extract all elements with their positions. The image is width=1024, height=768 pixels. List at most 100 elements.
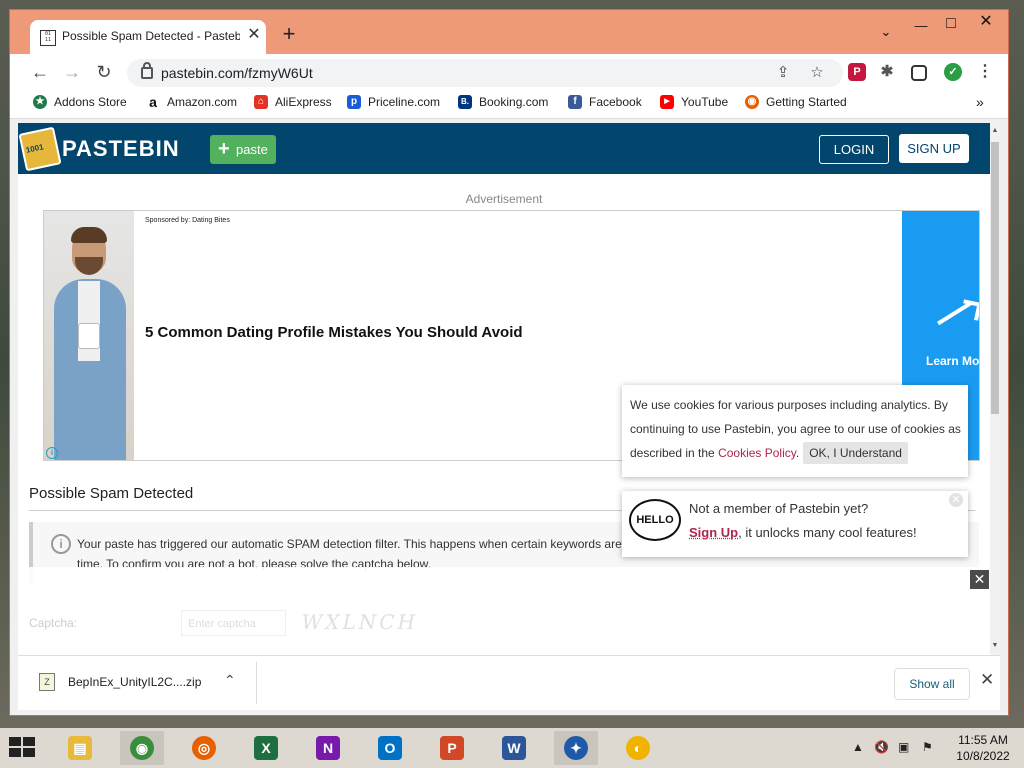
overlay-close-icon[interactable]: ✕ bbox=[970, 570, 989, 589]
addons-store-icon: ★ bbox=[33, 94, 47, 109]
tab-close-icon[interactable]: ✕ bbox=[245, 26, 263, 44]
maximize-button[interactable]: □ bbox=[937, 12, 965, 36]
taskbar-firefox[interactable]: ◎ bbox=[182, 731, 226, 765]
bookmarks-overflow-chevron-icon[interactable]: » bbox=[976, 94, 984, 114]
folder-icon: ▤ bbox=[68, 736, 92, 760]
firefox-icon: ◉ bbox=[745, 94, 759, 109]
bottom-overlay bbox=[18, 567, 990, 655]
system-clock[interactable]: 11:55 AM 10/8/2022 bbox=[952, 732, 1014, 764]
reload-icon[interactable]: ↻ bbox=[92, 61, 116, 85]
amazon-icon: a bbox=[146, 94, 160, 109]
pastebin-header: 1001 PASTEBIN + paste LOGIN SIGN UP bbox=[18, 123, 990, 174]
network-icon[interactable]: ▣ bbox=[898, 740, 909, 754]
scroll-down-icon[interactable]: ▼ bbox=[990, 641, 1000, 651]
pastebin-favicon-icon: 01 11 bbox=[40, 30, 56, 46]
bookmark-aliexpress[interactable]: ⌂ AliExpress bbox=[254, 94, 332, 114]
taskbar-word[interactable]: W bbox=[492, 731, 536, 765]
ad-learn-more[interactable]: Learn Mo bbox=[926, 354, 979, 368]
taskbar-excel[interactable]: X bbox=[244, 731, 288, 765]
close-button[interactable]: ✕ bbox=[972, 10, 1000, 34]
ad-info-icon[interactable]: i bbox=[46, 447, 58, 459]
title-bar: 0111 Possible Spam Detected - Pastebin.c… bbox=[10, 10, 1008, 54]
bookmark-youtube[interactable]: ▶ YouTube bbox=[660, 94, 728, 114]
zip-file-icon: Z bbox=[39, 673, 55, 691]
app-icon: ✦ bbox=[564, 736, 588, 760]
priceline-icon: p bbox=[347, 94, 361, 109]
captcha-image: WXLNCH bbox=[299, 610, 421, 634]
taskbar-powerpoint[interactable]: P bbox=[430, 731, 474, 765]
extension-p-icon[interactable]: P bbox=[848, 63, 866, 81]
cookie-notice: We use cookies for various purposes incl… bbox=[622, 385, 968, 477]
bookmark-facebook[interactable]: f Facebook bbox=[568, 94, 642, 114]
tray-chevron-up-icon[interactable]: ▲ bbox=[852, 740, 864, 754]
bookmark-addons-store[interactable]: ★ Addons Store bbox=[33, 94, 127, 114]
ad-headline[interactable]: 5 Common Dating Profile Mistakes You Sho… bbox=[145, 324, 523, 341]
aliexpress-icon: ⌂ bbox=[254, 94, 268, 109]
cookie-accept-button[interactable]: OK, I Understand bbox=[803, 442, 908, 464]
tab-search-chevron-icon[interactable]: ⌄ bbox=[872, 20, 900, 44]
taskbar-onenote[interactable]: N bbox=[306, 731, 350, 765]
browser-window: 0111 Possible Spam Detected - Pastebin.c… bbox=[9, 9, 1009, 716]
plus-icon: + bbox=[218, 138, 230, 160]
pastebin-logo-text[interactable]: PASTEBIN bbox=[62, 136, 180, 162]
windows-taskbar: ▤ ◉ ◎ X N O P W ✦ ◐ ▲ 🔇 ▣ ⚑ 11:55 AM 10/… bbox=[0, 728, 1024, 768]
login-button[interactable]: LOGIN bbox=[819, 135, 889, 164]
new-paste-button[interactable]: + paste bbox=[210, 135, 276, 164]
taskbar-app-2[interactable]: ◐ bbox=[616, 731, 660, 765]
taskbar-chrome[interactable]: ◉ bbox=[120, 731, 164, 765]
chevron-up-icon[interactable]: ⌃ bbox=[224, 672, 236, 689]
bookmark-booking[interactable]: B. Booking.com bbox=[458, 94, 548, 114]
pastebin-logo-icon[interactable]: 1001 bbox=[18, 126, 62, 172]
hello-bubble-icon: HELLO bbox=[629, 499, 681, 541]
volume-muted-icon[interactable]: 🔇 bbox=[874, 740, 889, 754]
advertisement-label: Advertisement bbox=[465, 192, 543, 206]
shield-extension-icon[interactable]: ✓ bbox=[944, 63, 962, 81]
booking-icon: B. bbox=[458, 94, 472, 109]
signup-button[interactable]: SIGN UP bbox=[899, 134, 969, 163]
chrome-icon: ◉ bbox=[130, 736, 154, 760]
scroll-thumb[interactable] bbox=[991, 142, 999, 414]
notification-flag-icon[interactable]: ⚑ bbox=[922, 740, 933, 754]
word-icon: W bbox=[502, 736, 526, 760]
clock-date: 10/8/2022 bbox=[956, 749, 1010, 763]
ad-image[interactable]: i bbox=[44, 211, 134, 460]
bookmark-amazon[interactable]: a Amazon.com bbox=[146, 94, 237, 114]
new-tab-button[interactable]: + bbox=[278, 23, 300, 46]
menu-kebab-icon[interactable]: ⋮ bbox=[976, 63, 994, 81]
back-arrow-icon[interactable]: ← bbox=[28, 61, 52, 85]
download-bar-close-icon[interactable]: ✕ bbox=[980, 670, 994, 690]
lock-icon bbox=[141, 62, 153, 79]
extensions-puzzle-icon[interactable]: ✱ bbox=[878, 63, 896, 81]
download-bar: Z BepInEx_UnityIL2C....zip ⌃ Show all ✕ bbox=[18, 655, 1000, 710]
outlook-icon: O bbox=[378, 736, 402, 760]
page-title: Possible Spam Detected bbox=[29, 485, 194, 502]
bookmark-star-icon[interactable]: ☆ bbox=[807, 63, 827, 83]
scroll-up-icon[interactable]: ▲ bbox=[990, 126, 1000, 136]
download-filename[interactable]: BepInEx_UnityIL2C....zip bbox=[68, 675, 201, 689]
bookmark-getting-started[interactable]: ◉ Getting Started bbox=[745, 94, 847, 114]
cookies-policy-link[interactable]: Cookies Policy bbox=[718, 446, 796, 460]
clock-time: 11:55 AM bbox=[958, 733, 1008, 747]
address-bar[interactable]: pastebin.com/fzmyW6Ut ⇪ ☆ bbox=[127, 59, 843, 87]
forward-arrow-icon[interactable]: → bbox=[60, 61, 84, 85]
bookmark-priceline[interactable]: p Priceline.com bbox=[347, 94, 440, 114]
firefox-icon: ◎ bbox=[192, 736, 216, 760]
info-icon: i bbox=[51, 534, 71, 554]
side-panel-icon[interactable] bbox=[911, 65, 927, 81]
show-all-button[interactable]: Show all bbox=[894, 668, 970, 700]
tab-title: Possible Spam Detected - Pastebin.com bbox=[62, 29, 240, 43]
captcha-label: Captcha: bbox=[29, 616, 78, 630]
promo-close-icon[interactable]: ✕ bbox=[949, 493, 963, 507]
captcha-input[interactable]: Enter captcha bbox=[181, 610, 286, 636]
share-icon[interactable]: ⇪ bbox=[773, 63, 793, 83]
minimize-button[interactable]: — bbox=[907, 14, 935, 38]
taskbar-outlook[interactable]: O bbox=[368, 731, 412, 765]
page-scrollbar[interactable]: ▲ ▼ bbox=[990, 123, 1000, 655]
taskbar-app[interactable]: ✦ bbox=[554, 731, 598, 765]
url-text: pastebin.com/fzmyW6Ut bbox=[161, 65, 313, 81]
windows-start-icon[interactable] bbox=[9, 737, 37, 759]
member-signup-link[interactable]: Sign Up bbox=[689, 525, 738, 540]
browser-tab[interactable]: 0111 Possible Spam Detected - Pastebin.c… bbox=[30, 20, 266, 54]
excel-icon: X bbox=[254, 736, 278, 760]
taskbar-file-explorer[interactable]: ▤ bbox=[58, 731, 102, 765]
